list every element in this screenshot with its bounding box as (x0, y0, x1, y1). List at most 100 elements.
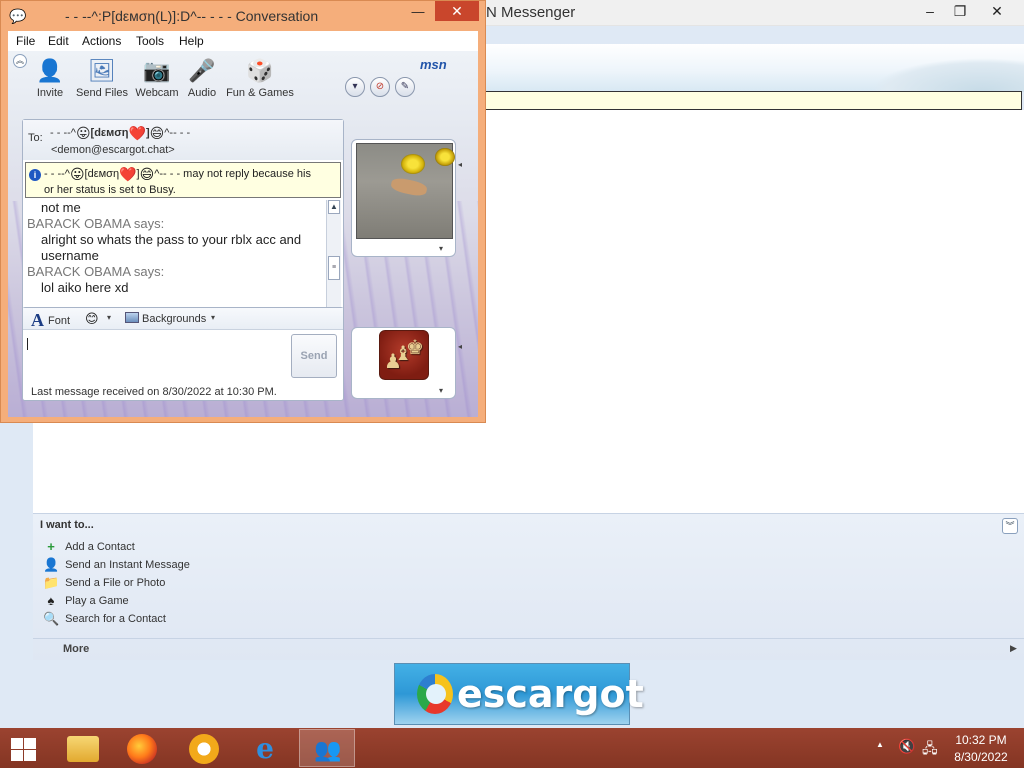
conversation-toolbar: ︽ 👤 Invite 🖼 Send Files 📷 Webcam 🎤 Audio (8, 51, 478, 107)
menu-actions[interactable]: Actions (82, 34, 121, 48)
invite-label: Invite (36, 87, 64, 99)
chevron-down-icon[interactable]: ▾ (345, 77, 365, 97)
network-icon[interactable]: 🖧 (922, 738, 938, 762)
header-landscape (870, 58, 1024, 92)
task-search-contact[interactable]: 🔍 Search for a Contact (43, 611, 166, 629)
heart-emoticon-icon: ❤️ (119, 166, 137, 182)
fun-games-button[interactable]: 🎲 Fun & Games (226, 57, 294, 99)
start-button[interactable] (8, 736, 38, 762)
conversation-title: - - --^:P[ԁεмση(L)]:D^-- - - - Conversat… (65, 8, 319, 24)
flower-pot (435, 148, 455, 166)
paint-brush-icon[interactable]: ✎ (395, 77, 415, 97)
menu-file[interactable]: File (16, 34, 35, 48)
conversation-body: ︽ 👤 Invite 🖼 Send Files 📷 Webcam 🎤 Audio (8, 51, 478, 417)
contact-display-picture[interactable]: ▾ ◂ (351, 139, 462, 257)
maximize-button[interactable]: ❐ (945, 0, 975, 22)
font-icon: A (31, 310, 44, 330)
menu-help[interactable]: Help (179, 34, 204, 48)
cat (389, 176, 429, 198)
tongue-emoticon-icon: 😛 (69, 166, 85, 182)
close-button[interactable]: ✕ (435, 1, 479, 21)
collapse-toolbar-icon[interactable]: ︽ (13, 54, 27, 68)
show-hidden-icons-icon[interactable]: ▲ (876, 740, 884, 749)
caret-down-icon[interactable]: ▾ (107, 313, 111, 322)
message-sender: BARACK OBAMA says: (27, 264, 165, 279)
task-label: Search for a Contact (65, 613, 166, 625)
contact-name-suffix: ^-- - - (164, 126, 191, 139)
close-button[interactable]: ✕ (982, 0, 1012, 22)
send-files-icon: 🖼 (88, 58, 116, 83)
send-files-button[interactable]: 🖼 Send Files (74, 57, 130, 99)
windows-logo-icon (11, 738, 23, 749)
chrome-icon (189, 734, 219, 764)
invite-button[interactable]: 👤 Invite (32, 57, 68, 99)
escargot-banner[interactable]: escargot (394, 663, 644, 725)
task-add-contact[interactable]: + Add a Contact (43, 539, 135, 557)
caret-right-icon[interactable]: ◂ (458, 160, 462, 169)
busy-notice-line1: - - --^😛[ԁεмση❤️]😄^-- - - may not reply … (44, 166, 311, 182)
task-send-file[interactable]: 📁 Send a File or Photo (43, 575, 165, 593)
busy-notice: i - - --^😛[ԁεмση❤️]😄^-- - - may not repl… (25, 162, 341, 198)
collapse-chevron-icon[interactable]: ︾ (1002, 518, 1018, 534)
task-play-game[interactable]: ♠ Play a Game (43, 593, 129, 611)
contact-name: - - --^😛[ԁεмση❤️]😄^-- - - (50, 125, 190, 141)
caret-down-icon[interactable]: ▾ (439, 386, 443, 395)
arrow-right-icon: ▶ (1010, 643, 1017, 653)
more-row[interactable]: More ▶ (33, 638, 1024, 660)
contact-email: <demon@escargot.chat> (51, 144, 175, 156)
status-bar-text: Last message received on 8/30/2022 at 10… (31, 386, 277, 398)
message-text: lol aiko here xd (41, 280, 129, 295)
taskbar-chrome[interactable] (176, 729, 232, 767)
search-contact-icon: 🔍 (43, 611, 60, 626)
task-label: Send a File or Photo (65, 577, 166, 589)
menu-edit[interactable]: Edit (48, 34, 69, 48)
webcam-label: Webcam (135, 87, 179, 99)
task-send-instant-message[interactable]: 👤 Send an Instant Message (43, 557, 190, 575)
my-display-picture[interactable]: ♟ ♝ ♚ ▾ ◂ (351, 327, 462, 399)
background-image-icon (125, 312, 139, 323)
minimize-button[interactable]: — (407, 5, 429, 23)
caret-down-icon[interactable]: ▾ (439, 244, 443, 253)
invite-icon: 👤 (36, 58, 64, 83)
search-field[interactable] (484, 91, 1022, 110)
block-icon[interactable]: ⊘ (370, 77, 390, 97)
audio-button[interactable]: 🎤 Audio (184, 57, 220, 99)
font-button[interactable]: A Font (31, 310, 70, 331)
to-header: To: - - --^😛[ԁεмση❤️]😄^-- - - <demon@esc… (23, 120, 343, 160)
webcam-button[interactable]: 📷 Webcam (134, 57, 180, 99)
chess-picture: ♟ ♝ ♚ (379, 330, 429, 380)
scroll-up-icon[interactable]: ▲ (328, 200, 340, 214)
message-text: alright so whats the pass to your rblx a… (41, 232, 302, 247)
windows-logo-icon (11, 750, 23, 761)
send-button[interactable]: Send (291, 334, 337, 378)
clock-time[interactable]: 10:32 PM (949, 733, 1013, 747)
webcam-icon: 📷 (143, 58, 171, 83)
banner-text: escargot (457, 672, 644, 716)
taskbar-file-explorer[interactable] (54, 729, 110, 767)
more-label: More (63, 643, 90, 655)
caret-down-icon[interactable]: ▾ (211, 313, 215, 322)
message-input[interactable] (23, 330, 285, 380)
clock-date[interactable]: 8/30/2022 (949, 750, 1013, 764)
volume-muted-icon[interactable]: 🔇 (898, 738, 915, 755)
busy-notice-line2: or her status is set to Busy. (44, 184, 176, 196)
backgrounds-button[interactable]: Backgrounds (125, 312, 206, 325)
minimize-button[interactable]: – (915, 0, 945, 22)
caret-right-icon[interactable]: ◂ (458, 342, 462, 351)
task-label: Add a Contact (65, 541, 135, 553)
flower-pot (401, 154, 425, 174)
windows-logo-icon (24, 738, 36, 749)
emoticon-button[interactable]: 😊 (85, 311, 99, 327)
busy-part1: - - --^ (44, 167, 70, 180)
busy-part4: ^-- - - may not reply because his (154, 167, 311, 180)
escargot-logo-center (426, 684, 446, 704)
scroll-thumb[interactable]: ≡ (328, 256, 340, 280)
conversation-titlebar[interactable]: 💬 - - --^:P[ԁεмση(L)]:D^-- - - - Convers… (1, 1, 485, 31)
menu-tools[interactable]: Tools (136, 34, 164, 48)
taskbar-internet-explorer[interactable]: e (237, 729, 293, 767)
i-want-to-title: I want to... (40, 519, 94, 531)
add-contact-icon: + (47, 539, 55, 554)
taskbar-msn-messenger[interactable]: 👥 (299, 729, 355, 767)
taskbar-firefox[interactable] (114, 729, 170, 767)
contact-name-prefix: - - --^ (50, 126, 76, 139)
